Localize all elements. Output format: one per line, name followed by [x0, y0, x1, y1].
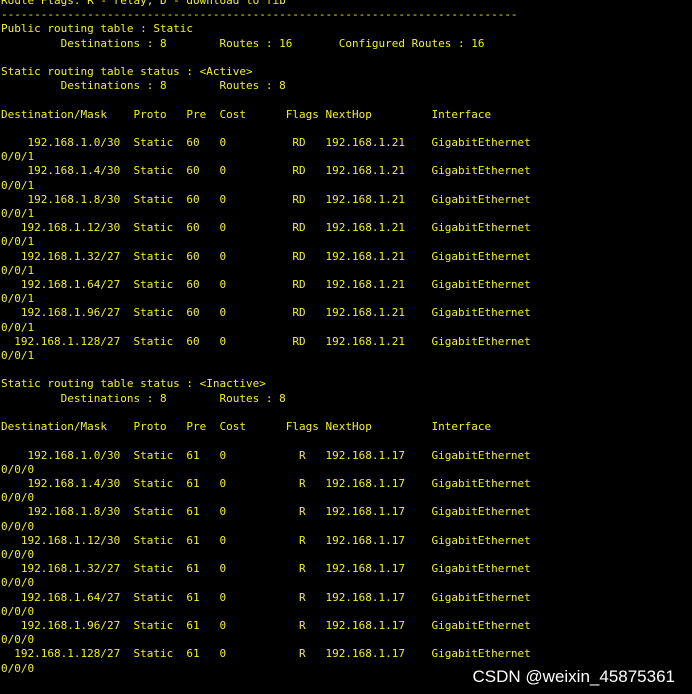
inactive-route-row: 192.168.1.0/30 Static 61 0 R 192.168.1.1… — [1, 448, 531, 462]
inactive-route-row-interface-cont: 0/0/0 — [1, 462, 35, 476]
inactive-route-row-interface-cont: 0/0/0 — [1, 604, 35, 618]
blank-line — [1, 122, 692, 136]
active-route-row: 192.168.1.12/30 Static 60 0 RD 192.168.1… — [1, 221, 531, 235]
inactive-route-row-interface-cont: 0/0/0 — [1, 491, 35, 505]
inactive-route-row: 192.168.1.8/30 Static 61 0 R 192.168.1.1… — [1, 505, 531, 519]
inactive-route-row: 192.168.1.128/27 Static 61 0 R 192.168.1… — [1, 647, 531, 661]
inactive-route-row: 192.168.1.96/27 Static 61 0 R 192.168.1.… — [1, 618, 531, 632]
blank-line — [1, 363, 692, 377]
active-route-row-interface-cont: 0/0/1 — [1, 320, 35, 334]
route-flags-line: Route Flags: R - relay, D - download to … — [1, 0, 286, 7]
inactive-route-row-interface-cont: 0/0/0 — [1, 576, 35, 590]
blank-line — [1, 93, 692, 107]
active-route-row: 192.168.1.8/30 Static 60 0 RD 192.168.1.… — [1, 192, 531, 206]
inactive-route-row-interface-cont: 0/0/0 — [1, 519, 35, 533]
csdn-watermark: CSDN @weixin_45875361 — [472, 667, 675, 686]
active-route-row-interface-cont: 0/0/1 — [1, 292, 35, 306]
active-route-row: 192.168.1.32/27 Static 60 0 RD 192.168.1… — [1, 249, 531, 263]
public-table-line: Public routing table : Static — [1, 22, 194, 36]
active-counts-line: Destinations : 8 Routes : 8 — [1, 79, 286, 93]
separator-line: ----------------------------------------… — [1, 8, 518, 22]
terminal-output[interactable]: Route Flags: R - relay, D - download to … — [0, 0, 692, 694]
blank-line — [1, 406, 692, 420]
blank-line — [1, 51, 692, 65]
active-route-row: 192.168.1.96/27 Static 60 0 RD 192.168.1… — [1, 306, 531, 320]
active-route-row-interface-cont: 0/0/1 — [1, 150, 35, 164]
inactive-status-line: Static routing table status : <Inactive> — [1, 377, 266, 391]
inactive-route-row: 192.168.1.64/27 Static 61 0 R 192.168.1.… — [1, 590, 531, 604]
blank-line — [1, 434, 692, 448]
inactive-counts-line: Destinations : 8 Routes : 8 — [1, 391, 286, 405]
active-route-row-interface-cont: 0/0/1 — [1, 207, 35, 221]
active-route-row: 192.168.1.64/27 Static 60 0 RD 192.168.1… — [1, 278, 531, 292]
inactive-route-row-interface-cont: 0/0/0 — [1, 633, 35, 647]
active-column-header: Destination/Mask Proto Pre Cost Flags Ne… — [1, 107, 492, 121]
active-route-row-interface-cont: 0/0/1 — [1, 178, 35, 192]
public-counts-line: Destinations : 8 Routes : 16 Configured … — [1, 36, 485, 50]
inactive-route-row: 192.168.1.32/27 Static 61 0 R 192.168.1.… — [1, 562, 531, 576]
active-route-row: 192.168.1.128/27 Static 60 0 RD 192.168.… — [1, 334, 531, 348]
active-route-row: 192.168.1.0/30 Static 60 0 RD 192.168.1.… — [1, 136, 531, 150]
inactive-column-header: Destination/Mask Proto Pre Cost Flags Ne… — [1, 420, 492, 434]
inactive-route-row: 192.168.1.12/30 Static 61 0 R 192.168.1.… — [1, 533, 531, 547]
active-route-row-interface-cont: 0/0/1 — [1, 263, 35, 277]
inactive-route-row-interface-cont: 0/0/0 — [1, 547, 35, 561]
active-status-line: Static routing table status : <Active> — [1, 65, 253, 79]
active-route-row-interface-cont: 0/0/1 — [1, 235, 35, 249]
active-route-row: 192.168.1.4/30 Static 60 0 RD 192.168.1.… — [1, 164, 531, 178]
inactive-route-row: 192.168.1.4/30 Static 61 0 R 192.168.1.1… — [1, 476, 531, 490]
active-route-row-interface-cont: 0/0/1 — [1, 349, 35, 363]
